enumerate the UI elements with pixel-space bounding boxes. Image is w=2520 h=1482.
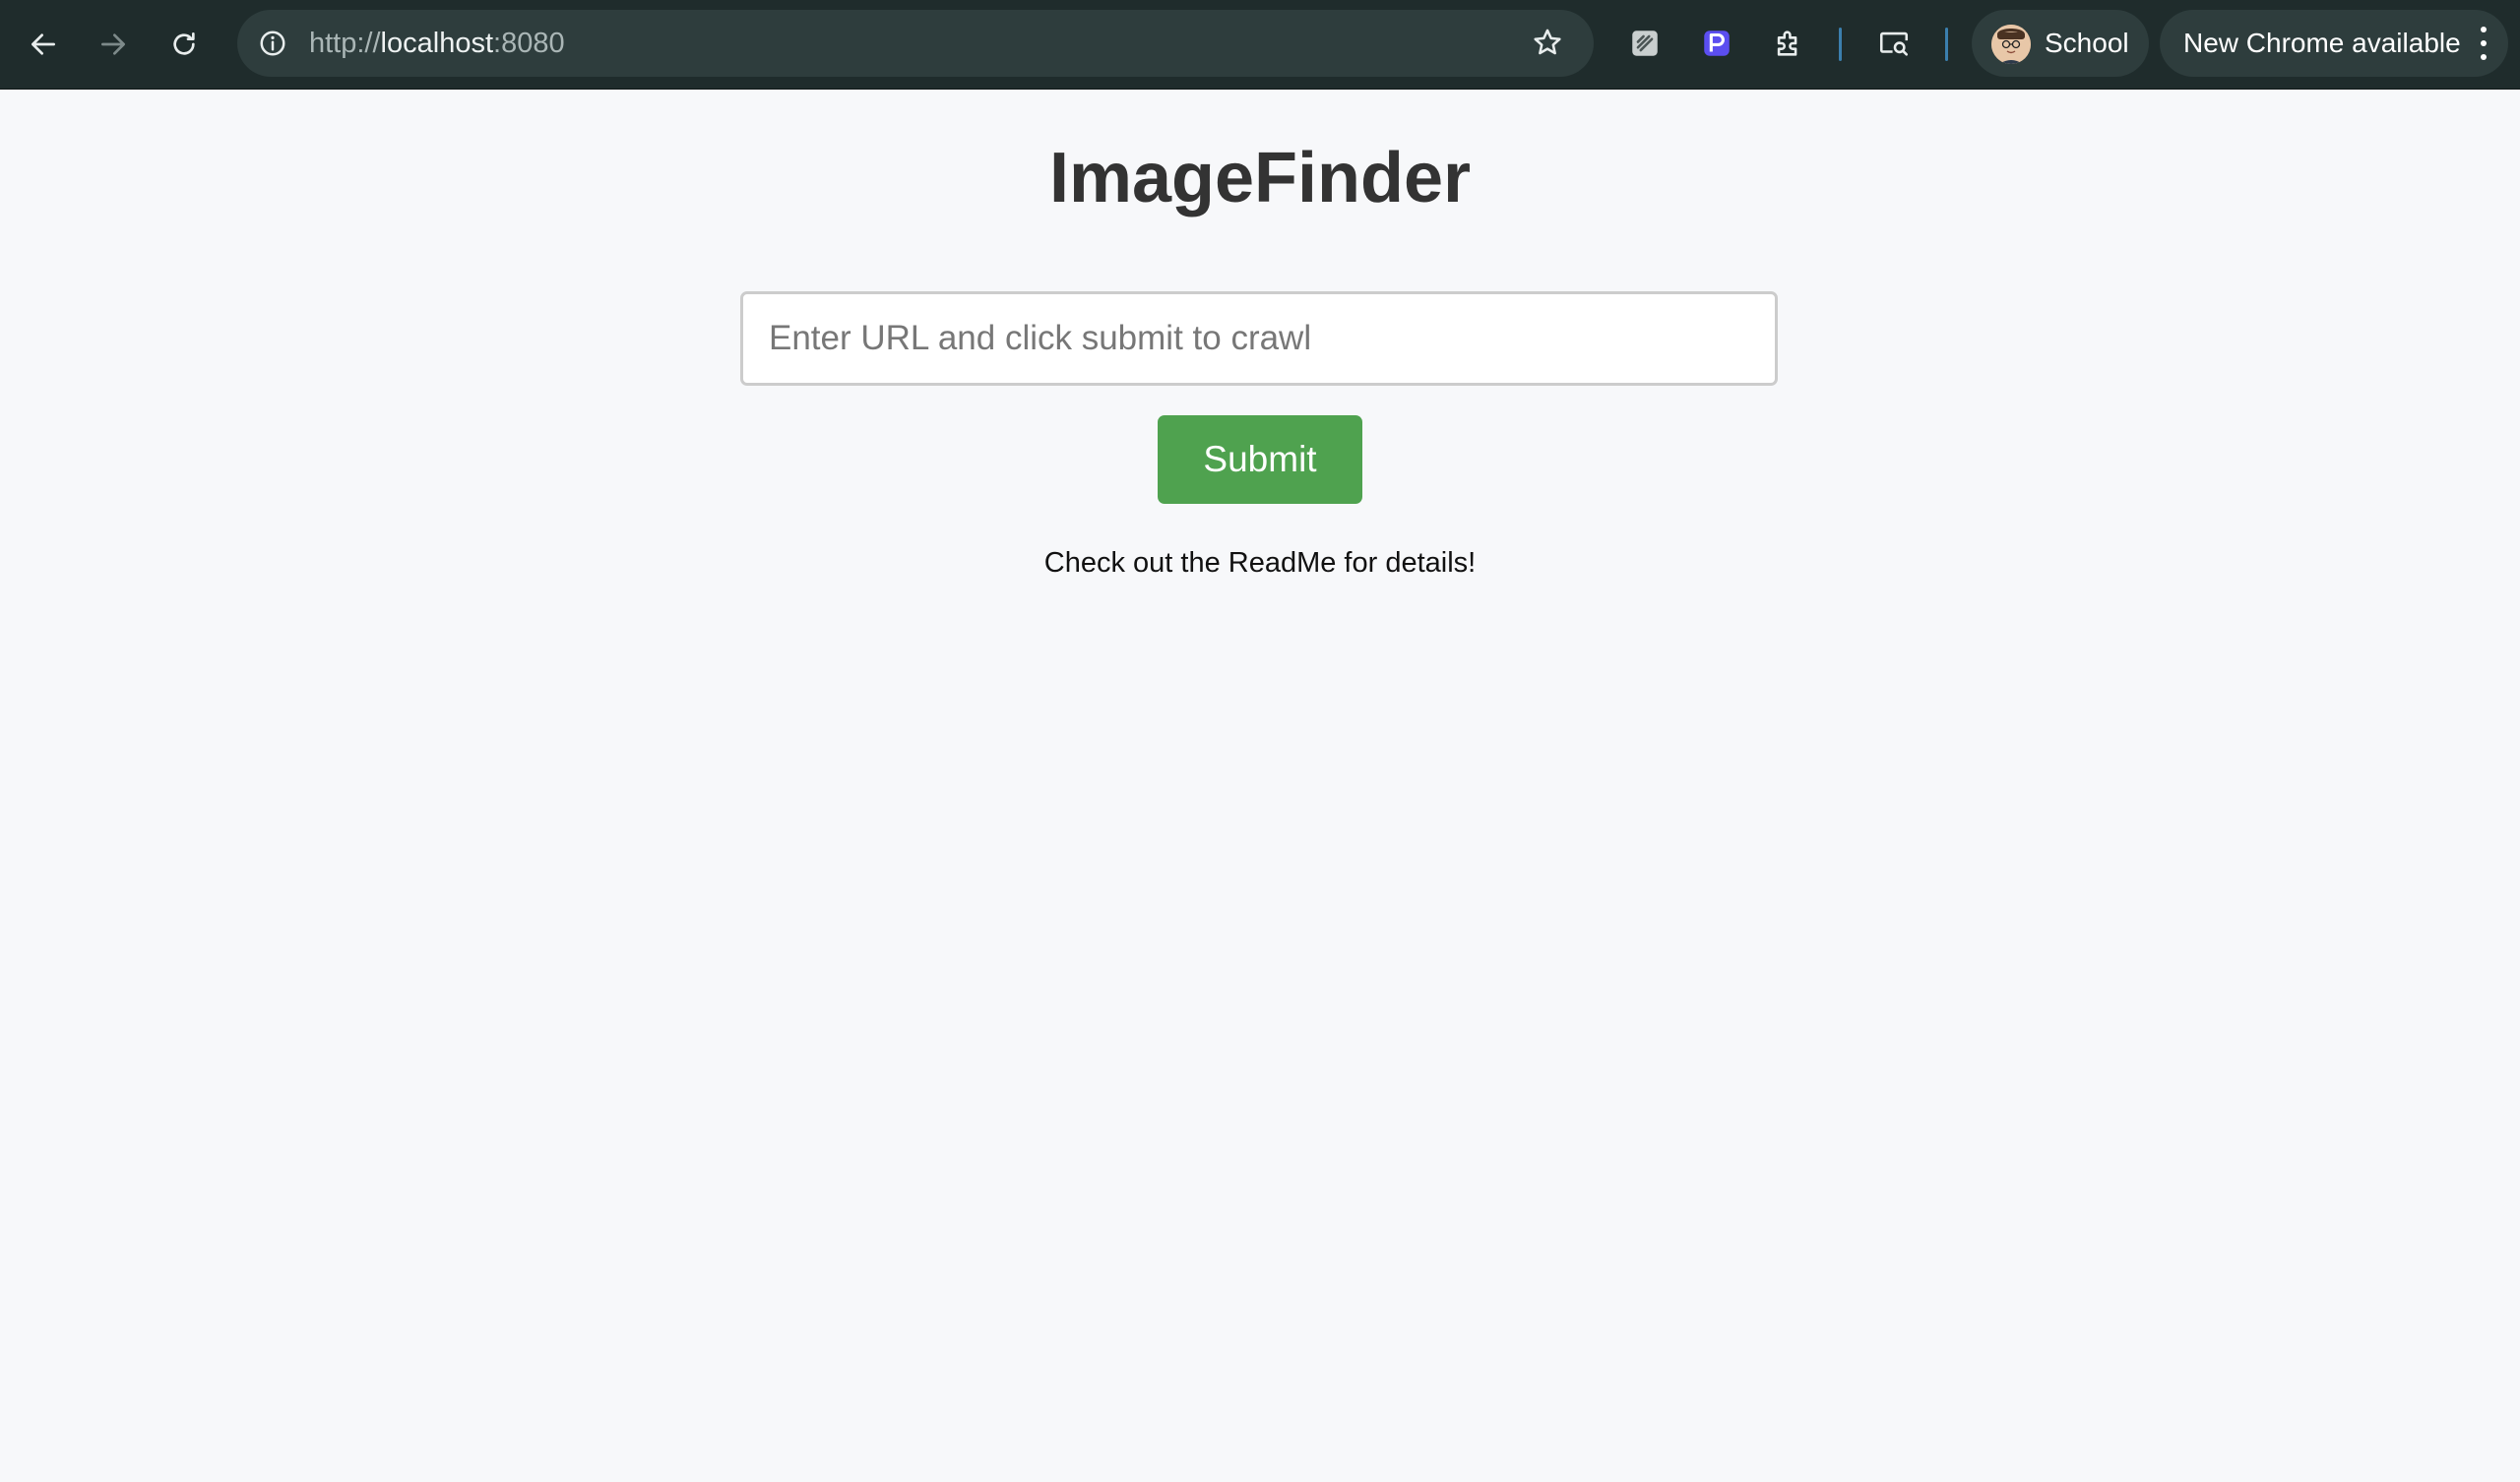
arrow-right-icon xyxy=(101,33,125,55)
tab-search-icon xyxy=(1879,31,1909,56)
url-host: localhost xyxy=(380,28,494,59)
page-body: ImageFinder Submit Check out the ReadMe … xyxy=(0,90,2520,1482)
address-bar[interactable]: http://localhost:8080 xyxy=(237,10,1594,77)
profile-name: School xyxy=(2045,28,2129,58)
extensions-menu-button[interactable] xyxy=(1769,24,1808,63)
purple-extension-icon xyxy=(1704,31,1730,56)
tab-search-button[interactable] xyxy=(1874,24,1914,63)
site-info-button[interactable] xyxy=(255,26,290,61)
back-button[interactable] xyxy=(21,22,66,67)
readme-note: Check out the ReadMe for details! xyxy=(1043,547,1477,579)
bookmark-button[interactable] xyxy=(1531,26,1566,61)
reload-button[interactable] xyxy=(161,22,207,67)
url-port: :8080 xyxy=(493,28,565,59)
avatar xyxy=(1991,25,2031,64)
page-title: ImageFinder xyxy=(1048,139,1472,217)
url-scheme: http:// xyxy=(309,28,381,59)
chrome-update-button[interactable]: New Chrome available xyxy=(2160,10,2508,77)
url-input[interactable] xyxy=(740,291,1778,386)
browser-toolbar: http://localhost:8080 School New Chrome … xyxy=(0,0,2520,90)
star-icon xyxy=(1534,29,1561,55)
kebab-icon[interactable] xyxy=(2473,27,2494,60)
info-icon xyxy=(260,31,285,56)
toolbar-separator xyxy=(1945,28,1948,61)
update-label: New Chrome available xyxy=(2183,28,2461,58)
forward-button[interactable] xyxy=(91,22,136,67)
toolbar-separator xyxy=(1839,28,1842,61)
profile-button[interactable]: School xyxy=(1972,10,2149,77)
pen-extension-icon xyxy=(1632,31,1658,56)
extension-purple-button[interactable] xyxy=(1697,24,1736,63)
extension-pen-button[interactable] xyxy=(1625,24,1665,63)
puzzle-icon xyxy=(1777,31,1797,56)
avatar-face-icon xyxy=(1991,25,2031,64)
arrow-left-icon xyxy=(32,33,55,55)
submit-button[interactable]: Submit xyxy=(1158,415,1362,504)
url-text[interactable]: http://localhost:8080 xyxy=(309,10,565,77)
reload-icon xyxy=(173,32,195,55)
